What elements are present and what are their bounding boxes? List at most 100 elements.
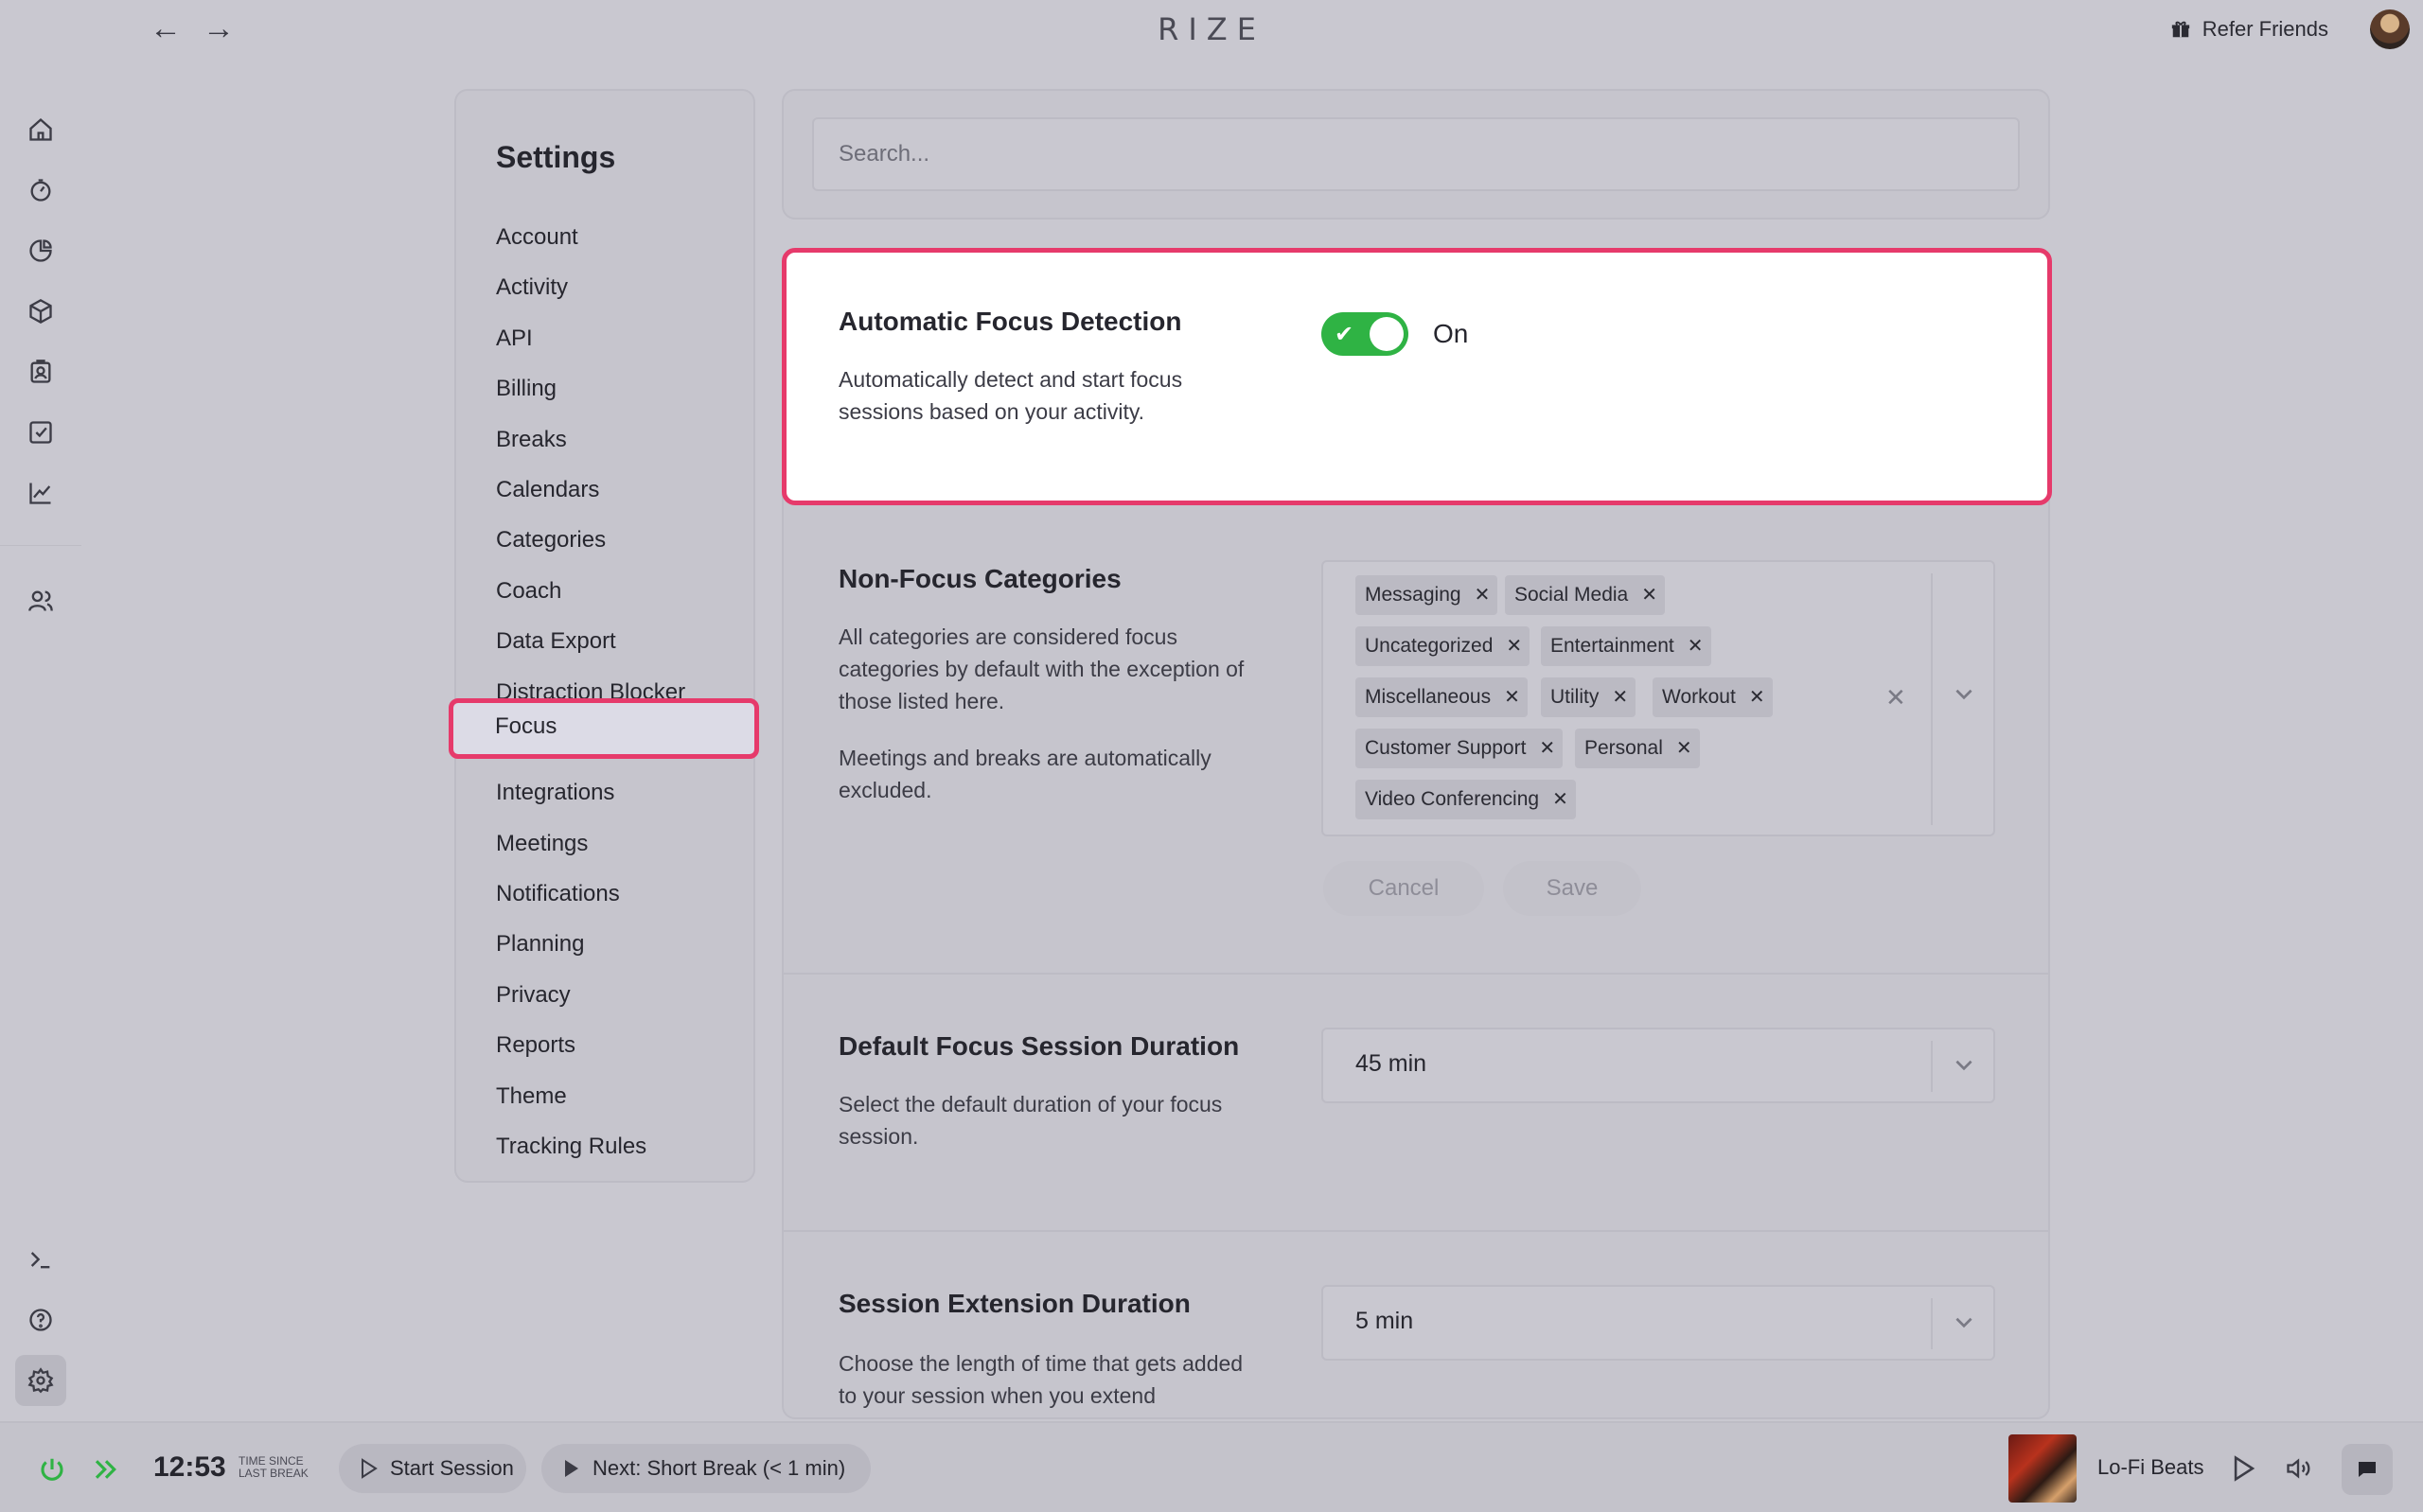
chat-icon <box>2359 1462 2376 1477</box>
settings-item-coach[interactable]: Coach <box>496 566 685 616</box>
chat-button[interactable] <box>2342 1444 2393 1495</box>
sed-description: Choose the length of time that gets adde… <box>839 1351 1244 1408</box>
top-bar: ← → RIZE Refer Friends <box>0 0 2423 62</box>
remove-chip-icon[interactable]: ✕ <box>1552 780 1568 819</box>
settings-item-focus[interactable]: Focus <box>449 698 759 759</box>
settings-item-planning[interactable]: Planning <box>496 919 685 969</box>
settings-item-privacy[interactable]: Privacy <box>496 970 685 1020</box>
remove-chip-icon[interactable]: ✕ <box>1475 575 1491 615</box>
refer-friends-button[interactable]: Refer Friends <box>2170 17 2328 42</box>
settings-item-activity[interactable]: Activity <box>496 262 685 312</box>
chip-miscellaneous: Miscellaneous ✕ <box>1355 677 1528 717</box>
start-session-button[interactable]: Start Session <box>339 1444 526 1493</box>
power-icon[interactable] <box>38 1455 66 1484</box>
chevron-down-icon <box>1955 1317 1972 1328</box>
line-chart-icon[interactable] <box>21 473 61 513</box>
remove-chip-icon[interactable]: ✕ <box>1612 677 1628 717</box>
chip-uncategorized: Uncategorized ✕ <box>1355 626 1530 666</box>
afd-toggle-label: On <box>1433 319 1469 348</box>
chip-utility: Utility ✕ <box>1541 677 1636 717</box>
help-icon[interactable] <box>21 1300 61 1340</box>
settings-item-tracking-rules[interactable]: Tracking Rules <box>496 1121 685 1171</box>
settings-item-account[interactable]: Account <box>496 212 685 262</box>
settings-item-categories[interactable]: Categories <box>496 515 685 565</box>
fast-forward-icon[interactable] <box>91 1455 121 1484</box>
chip-label: Workout <box>1662 686 1736 708</box>
clear-all-icon[interactable]: ✕ <box>1885 683 1906 712</box>
nfc-description-2: Meetings and breaks are automatically ex… <box>839 746 1212 802</box>
chip-video-conferencing: Video Conferencing ✕ <box>1355 780 1576 819</box>
remove-chip-icon[interactable]: ✕ <box>1504 677 1520 717</box>
settings-icon[interactable] <box>15 1355 66 1406</box>
settings-list: Account Activity API Billing Breaks Cale… <box>496 212 685 1171</box>
badge-icon[interactable] <box>21 352 61 392</box>
remove-chip-icon[interactable]: ✕ <box>1539 729 1555 768</box>
chip-label: Miscellaneous <box>1365 686 1492 708</box>
extension-duration-value: 5 min <box>1355 1308 1414 1334</box>
start-session-label: Start Session <box>390 1456 514 1480</box>
remove-chip-icon[interactable]: ✕ <box>1676 729 1692 768</box>
checkbox-icon[interactable] <box>21 413 61 452</box>
extension-duration-select[interactable]: 5 min <box>1321 1285 1995 1361</box>
remove-chip-icon[interactable]: ✕ <box>1641 575 1657 615</box>
search-input[interactable] <box>812 117 2020 191</box>
pie-chart-icon[interactable] <box>21 231 61 271</box>
settings-item-breaks[interactable]: Breaks <box>496 414 685 465</box>
chip-personal: Personal ✕ <box>1575 729 1700 768</box>
next-break-button[interactable]: Next: Short Break (< 1 min) <box>541 1444 871 1493</box>
settings-item-focus-label: Focus <box>495 713 557 739</box>
chip-customer-support: Customer Support ✕ <box>1355 729 1564 768</box>
chip-label: Uncategorized <box>1365 635 1494 657</box>
settings-item-api[interactable]: API <box>496 313 685 363</box>
focus-duration-select[interactable]: 45 min <box>1321 1028 1995 1103</box>
play-icon <box>565 1460 578 1477</box>
chip-label: Entertainment <box>1550 635 1674 657</box>
cancel-button[interactable]: Cancel <box>1323 861 1484 916</box>
nfc-title: Non-Focus Categories <box>839 564 1122 593</box>
chip-social-media: Social Media ✕ <box>1505 575 1665 615</box>
remove-chip-icon[interactable]: ✕ <box>1688 626 1704 666</box>
gift-icon <box>2171 21 2189 38</box>
settings-item-calendars[interactable]: Calendars <box>496 465 685 515</box>
settings-item-meetings[interactable]: Meetings <box>496 818 685 869</box>
terminal-icon[interactable] <box>21 1239 61 1279</box>
settings-item-integrations[interactable]: Integrations <box>496 767 685 818</box>
chevron-down-icon[interactable] <box>1952 681 1976 706</box>
dfsd-title: Default Focus Session Duration <box>839 1031 1240 1061</box>
timer-icon[interactable] <box>21 170 61 210</box>
settings-item-reports[interactable]: Reports <box>496 1020 685 1070</box>
play-icon[interactable] <box>2232 1455 2256 1482</box>
afd-title: Automatic Focus Detection <box>839 307 1182 336</box>
chip-entertainment: Entertainment ✕ <box>1541 626 1711 666</box>
sed-title: Session Extension Duration <box>839 1289 1191 1318</box>
timer-caption: TIME SINCE LAST BREAK <box>239 1455 309 1480</box>
avatar[interactable] <box>2370 9 2410 49</box>
left-rail <box>0 62 81 1425</box>
users-icon[interactable] <box>21 581 61 621</box>
focus-duration-value: 45 min <box>1355 1050 1427 1077</box>
non-focus-categories-select[interactable]: Messaging ✕ Social Media ✕ Uncategorized ✕ … <box>1321 560 1995 836</box>
check-icon: ✔ <box>1335 322 1354 347</box>
save-button[interactable]: Save <box>1503 861 1641 916</box>
cube-icon[interactable] <box>21 291 61 331</box>
settings-title: Settings <box>496 140 616 174</box>
settings-item-billing[interactable]: Billing <box>496 363 685 413</box>
chip-messaging: Messaging ✕ <box>1355 575 1498 615</box>
track-title: Lo-Fi Beats <box>2097 1455 2204 1479</box>
volume-icon[interactable] <box>2283 1455 2313 1482</box>
afd-toggle[interactable]: ✔ <box>1321 312 1408 356</box>
dfsd-description: Select the default duration of your focu… <box>839 1092 1223 1149</box>
remove-chip-icon[interactable]: ✕ <box>1506 626 1522 666</box>
nfc-description-1: All categories are considered focus cate… <box>839 624 1245 713</box>
home-icon[interactable] <box>21 110 61 149</box>
remove-chip-icon[interactable]: ✕ <box>1749 677 1765 717</box>
bottom-bar: 12:53 TIME SINCE LAST BREAK Start Session… <box>0 1421 2423 1512</box>
chip-label: Messaging <box>1365 584 1461 606</box>
settings-item-data-export[interactable]: Data Export <box>496 616 685 666</box>
chip-label: Customer Support <box>1365 737 1527 759</box>
settings-item-notifications[interactable]: Notifications <box>496 869 685 919</box>
play-outline-icon <box>362 1458 378 1479</box>
settings-nav: Settings Account Activity API Billing Br… <box>454 89 755 1183</box>
chevron-down-icon <box>1955 1060 1972 1071</box>
settings-item-theme[interactable]: Theme <box>496 1071 685 1121</box>
